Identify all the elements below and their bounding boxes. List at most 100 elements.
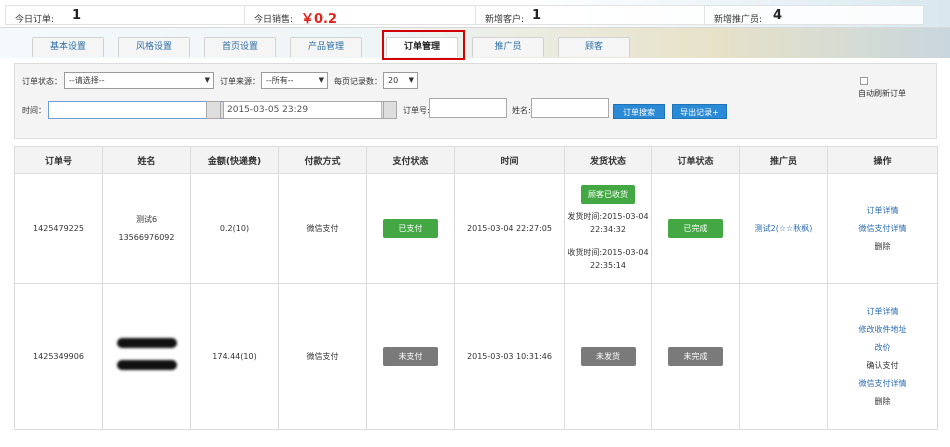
stat-label: 新增推广员: xyxy=(714,15,763,25)
cell-order-no: 1425349906 xyxy=(14,283,103,430)
order-status-label: 订单状态： xyxy=(22,77,62,86)
stat-label: 今日销售: xyxy=(254,15,294,25)
order-details-link[interactable]: 订单详情 xyxy=(828,202,937,220)
time-label: 时间： xyxy=(22,106,46,115)
dropdown-arrow-icon: ▼ xyxy=(204,76,210,84)
delete-link[interactable]: 删除 xyxy=(828,238,937,256)
order-status-value: --请选择-- xyxy=(69,76,105,85)
time-start-input[interactable] xyxy=(48,101,224,119)
tab-basic-settings[interactable]: 基本设置 xyxy=(32,37,104,57)
cell-order-status: 已完成 xyxy=(651,173,740,284)
edit-address-link[interactable]: 修改收件地址 xyxy=(828,321,937,339)
header-order-status: 订单状态 xyxy=(651,146,740,174)
header-ship-status: 发货状态 xyxy=(564,146,652,174)
stat-label: 今日订单: xyxy=(15,15,55,25)
order-status-select[interactable]: --请选择-- ▼ xyxy=(64,72,214,89)
stat-value: 1 xyxy=(532,8,542,23)
page-size-label: 每页记录数： xyxy=(334,77,382,86)
change-price-link[interactable]: 改价 xyxy=(828,339,937,357)
pay-status-badge: 已支付 xyxy=(383,219,438,238)
header-order-no: 订单号 xyxy=(14,146,103,174)
header-time: 时间 xyxy=(454,146,565,174)
page-size-select[interactable]: 20 ▼ xyxy=(383,72,418,89)
cell-order-status: 未完成 xyxy=(651,283,740,430)
stat-today-sales: 今日销售: ￥0.2 xyxy=(244,5,476,27)
tab-home-settings[interactable]: 首页设置 xyxy=(204,37,276,57)
header-actions: 操作 xyxy=(827,146,938,174)
stats-bar: 今日订单: 1 今日销售: ￥0.2 新增客户: 1 新增推广员: 4 xyxy=(0,0,950,28)
export-records-button[interactable]: 导出记录+ xyxy=(672,104,727,119)
order-source-value: --所有-- xyxy=(266,76,294,85)
confirm-payment-link[interactable]: 确认支付 xyxy=(828,357,937,375)
spin-button[interactable] xyxy=(383,101,397,119)
auto-refresh-label: 自动刷新订单 xyxy=(858,89,906,98)
order-source-label: 订单来源： xyxy=(220,77,260,86)
order-status-badge: 已完成 xyxy=(668,219,723,238)
stat-value: 1 xyxy=(72,8,82,23)
cell-pay-status: 未支付 xyxy=(366,283,455,430)
table-row: 1425349906 174.44(10) 微信支付 未支付 2015-03-0… xyxy=(14,283,938,430)
tab-style-settings[interactable]: 风格设置 xyxy=(118,37,190,57)
cell-time: 2015-03-03 10:31:46 xyxy=(454,283,565,430)
stat-value: ￥0.2 xyxy=(301,12,338,27)
cell-promoter xyxy=(739,283,828,430)
cell-order-no: 1425479225 xyxy=(14,173,103,284)
cell-actions: 订单详情 修改收件地址 改价 确认支付 微信支付详情 删除 xyxy=(827,283,938,430)
cell-payment-method: 微信支付 xyxy=(278,283,367,430)
stat-today-orders: 今日订单: 1 xyxy=(5,5,245,25)
customer-name: 测试6 xyxy=(135,214,158,224)
page-size-value: 20 xyxy=(388,76,399,85)
time-end-input[interactable]: 2015-03-05 23:29 xyxy=(223,101,395,119)
ship-time: 发货时间:2015-03-04 22:34:32 xyxy=(567,212,649,234)
ship-status-badge: 未发货 xyxy=(580,347,636,366)
orders-table: 订单号 姓名 金额(快递费) 付款方式 支付状态 时间 发货状态 订单状态 推广… xyxy=(14,146,938,430)
receive-time: 收货时间:2015-03-04 22:35:14 xyxy=(567,248,649,270)
stat-new-promoters: 新增推广员: 4 xyxy=(704,5,924,25)
promoter-link[interactable]: 测试2(☆☆秋枫) xyxy=(740,220,827,238)
order-source-select[interactable]: --所有-- ▼ xyxy=(261,72,328,89)
tab-strip: 基本设置 风格设置 首页设置 产品管理 订单管理 推广员 顾客 xyxy=(0,28,950,58)
header-amount: 金额(快递费) xyxy=(190,146,279,174)
delete-link[interactable]: 删除 xyxy=(828,393,937,411)
order-search-button[interactable]: 订单搜索 xyxy=(613,104,665,119)
ship-status-badge: 顾客已收货 xyxy=(581,185,635,204)
table-header-row: 订单号 姓名 金额(快递费) 付款方式 支付状态 时间 发货状态 订单状态 推广… xyxy=(14,146,938,174)
cell-ship-status: 未发货 xyxy=(564,283,652,430)
tab-product-management[interactable]: 产品管理 xyxy=(290,37,362,57)
filter-panel: 订单状态： --请选择-- ▼ 订单来源： --所有-- ▼ 每页记录数： 20… xyxy=(14,63,937,139)
highlight-box xyxy=(382,30,465,60)
spin-button[interactable] xyxy=(206,101,221,119)
cell-amount: 0.2(10) xyxy=(190,173,279,284)
time-end-value: 2015-03-05 23:29 xyxy=(227,105,309,115)
header-name: 姓名 xyxy=(102,146,191,174)
cell-name xyxy=(102,283,191,430)
cell-promoter: 测试2(☆☆秋枫) xyxy=(739,173,828,284)
customer-phone: 13566976092 xyxy=(118,232,175,242)
pay-status-badge: 未支付 xyxy=(383,347,438,366)
wechat-pay-details-link[interactable]: 微信支付详情 xyxy=(828,375,937,393)
header-payment-method: 付款方式 xyxy=(278,146,367,174)
header-pay-status: 支付状态 xyxy=(366,146,455,174)
cell-payment-method: 微信支付 xyxy=(278,173,367,284)
redacted-name xyxy=(116,337,177,348)
order-no-input[interactable] xyxy=(429,98,507,118)
tab-customers[interactable]: 顾客 xyxy=(558,37,630,57)
stat-label: 新增客户: xyxy=(485,15,525,25)
order-no-label: 订单号: xyxy=(403,106,430,115)
table-row: 1425479225 测试6 13566976092 0.2(10) 微信支付 … xyxy=(14,173,938,284)
cell-amount: 174.44(10) xyxy=(190,283,279,430)
cell-pay-status: 已支付 xyxy=(366,173,455,284)
auto-refresh-checkbox[interactable] xyxy=(860,77,868,85)
order-details-link[interactable]: 订单详情 xyxy=(828,303,937,321)
cell-ship-status: 顾客已收货 发货时间:2015-03-04 22:34:32 收货时间:2015… xyxy=(564,173,652,284)
order-status-badge: 未完成 xyxy=(668,347,723,366)
tab-promoters[interactable]: 推广员 xyxy=(472,37,544,57)
dropdown-arrow-icon: ▼ xyxy=(318,76,324,84)
name-input[interactable] xyxy=(531,98,609,118)
redacted-phone xyxy=(116,359,177,370)
cell-actions: 订单详情 微信支付详情 删除 xyxy=(827,173,938,284)
cell-name: 测试6 13566976092 xyxy=(102,173,191,284)
header-promoter: 推广员 xyxy=(739,146,828,174)
stat-value: 4 xyxy=(773,8,783,23)
wechat-pay-details-link[interactable]: 微信支付详情 xyxy=(828,220,937,238)
